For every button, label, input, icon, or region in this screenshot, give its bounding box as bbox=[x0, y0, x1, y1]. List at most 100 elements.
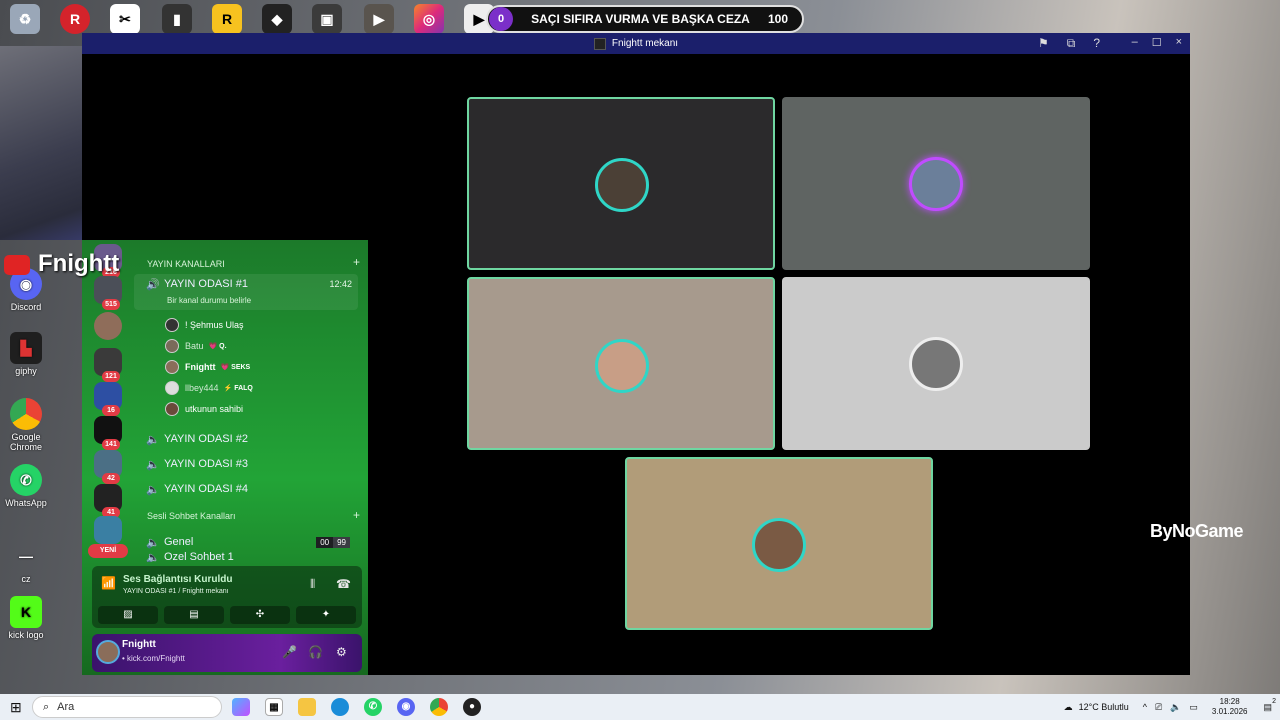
server-icon[interactable]: 515 bbox=[94, 276, 122, 310]
voice-channel[interactable]: 🔈 YAYIN ODASI #3 bbox=[134, 453, 358, 475]
settings-gear-icon[interactable]: ⚙ bbox=[336, 645, 347, 659]
disconnect-icon[interactable]: ☎ bbox=[336, 577, 351, 591]
obs-icon[interactable]: ● bbox=[463, 698, 481, 716]
voice-member[interactable]: utkunun sahibi bbox=[165, 400, 243, 418]
help-icon[interactable]: ? bbox=[1093, 36, 1100, 51]
participant-tile[interactable] bbox=[625, 457, 933, 630]
weather-icon[interactable]: ☁ bbox=[1064, 702, 1073, 713]
video-file-icon[interactable]: ▶ bbox=[364, 4, 394, 34]
soundboard-button[interactable]: ✦ bbox=[296, 606, 356, 624]
channel-name: YAYIN ODASI #4 bbox=[164, 483, 248, 495]
capcut-icon[interactable]: ✂ bbox=[110, 4, 140, 34]
member-tag: 💗 Q. bbox=[208, 343, 227, 350]
server-icon[interactable]: 42 bbox=[94, 450, 122, 484]
voice-member[interactable]: llbey444 ⚡ FALQ bbox=[165, 379, 253, 397]
notification-icon[interactable]: ▤ 2 bbox=[1263, 698, 1276, 713]
noise-suppression-icon[interactable]: ⦀ bbox=[310, 577, 315, 592]
channel-sidebar: 216 515 121 16 141 42 41 YENİ YAYIN KANA… bbox=[82, 240, 368, 675]
user-status: • kick.com/Fnightt bbox=[122, 654, 185, 663]
store-icon[interactable]: ▦ bbox=[265, 698, 283, 716]
rockstar-icon[interactable]: R bbox=[212, 4, 242, 34]
server-icon[interactable]: 16 bbox=[94, 382, 122, 416]
participant-tile[interactable] bbox=[467, 277, 775, 450]
discord-icon[interactable]: ◉ bbox=[397, 698, 415, 716]
roblox-icon[interactable]: R bbox=[60, 4, 90, 34]
camera-off-button[interactable]: ▨ bbox=[98, 606, 158, 624]
channel-status[interactable]: Bir kanal durumu belirle bbox=[167, 296, 251, 305]
voice-status[interactable]: Ses Bağlantısı Kuruldu bbox=[123, 574, 232, 585]
channel-name: YAYIN ODASI #2 bbox=[164, 433, 248, 445]
voice-location[interactable]: YAYIN ODASI #1 / Fnightt mekanı bbox=[123, 588, 229, 595]
network-icon[interactable]: ⎚ bbox=[1155, 702, 1162, 713]
member-tag: ⚡ FALQ bbox=[223, 385, 253, 392]
voice-member[interactable]: Batu 💗 Q. bbox=[165, 337, 227, 355]
signal-icon[interactable]: 📶 bbox=[101, 576, 116, 590]
activities-button[interactable]: ✣ bbox=[230, 606, 290, 624]
voice-channel[interactable]: 🔈 YAYIN ODASI #4 bbox=[134, 478, 358, 500]
voice-member[interactable]: ! Şehmus Ulaş bbox=[165, 316, 244, 334]
game-icon[interactable]: ▣ bbox=[312, 4, 342, 34]
system-clock[interactable]: 18:28 3.01.2026 bbox=[1212, 697, 1248, 717]
whatsapp-icon[interactable]: ✆ bbox=[364, 698, 382, 716]
participant-tile[interactable] bbox=[782, 97, 1090, 270]
voice-member[interactable]: Fnightt 💗 SEKS bbox=[165, 358, 250, 376]
new-badge: YENİ bbox=[88, 544, 128, 558]
maximize-button[interactable]: ☐ bbox=[1152, 36, 1162, 49]
edge-icon[interactable] bbox=[331, 698, 349, 716]
desktop-icon-chrome[interactable]: Google Chrome bbox=[4, 398, 48, 452]
member-name: Fnightt bbox=[185, 362, 216, 372]
speaker-icon: 🔈 bbox=[146, 483, 160, 496]
titlebar-tools: ⚑ ⧉ ? bbox=[1038, 36, 1100, 51]
participant-tile[interactable] bbox=[467, 97, 775, 270]
flag-icon[interactable]: ⚑ bbox=[1038, 36, 1049, 51]
file-icon: — bbox=[19, 548, 33, 564]
desktop-icon-cz[interactable]: — cz bbox=[4, 540, 48, 584]
popout-icon[interactable]: ⧉ bbox=[1067, 36, 1076, 51]
headphones-icon[interactable]: 🎧 bbox=[308, 645, 323, 659]
channel-name: Özel Sohbet 1 bbox=[164, 552, 234, 562]
desktop-icon-giphy[interactable]: ▙ giphy bbox=[4, 332, 48, 376]
channel-name: Genel bbox=[164, 536, 194, 548]
server-icon[interactable] bbox=[94, 516, 122, 544]
voice-channel[interactable]: 🔈 Genel 00 99 bbox=[134, 531, 358, 553]
avatar[interactable] bbox=[96, 640, 120, 664]
voice-connection-panel: 📶 Ses Bağlantısı Kuruldu YAYIN ODASI #1 … bbox=[92, 566, 362, 628]
recycle-bin-icon[interactable]: ♻ bbox=[10, 4, 40, 34]
desktop-icon-kick[interactable]: K kick logo bbox=[4, 596, 48, 640]
microphone-icon[interactable]: 🎤 bbox=[282, 645, 297, 659]
voice-channel-active[interactable]: 🔊 YAYIN ODASI #1 12:42 Bir kanal durumu … bbox=[134, 274, 358, 310]
volume-icon[interactable]: 🔈 bbox=[1170, 702, 1181, 713]
voice-channel[interactable]: 🔈 Özel Sohbet 1 bbox=[134, 552, 358, 562]
add-channel-icon[interactable]: + bbox=[353, 255, 360, 269]
desktop-icon-whatsapp[interactable]: ✆ WhatsApp bbox=[4, 464, 48, 508]
participant-avatar bbox=[909, 337, 963, 391]
copilot-icon[interactable] bbox=[232, 698, 250, 716]
minimize-button[interactable]: – bbox=[1132, 36, 1138, 49]
taskbar-search[interactable]: ⌕ Ara bbox=[32, 696, 222, 718]
weather-text[interactable]: 12°C Bulutlu bbox=[1079, 702, 1129, 712]
chevron-up-icon[interactable]: ^ bbox=[1143, 702, 1147, 712]
chrome-icon[interactable] bbox=[430, 698, 448, 716]
windows-taskbar: ⊞ ⌕ Ara ▦ ✆ ◉ ● ☁ 12°C Bulutlu ^ ⎚ 🔈 ▭ 1… bbox=[0, 694, 1280, 720]
close-button[interactable]: × bbox=[1176, 36, 1182, 49]
server-icon[interactable]: 41 bbox=[94, 484, 122, 518]
server-icon[interactable] bbox=[94, 312, 122, 340]
server-icon[interactable]: 141 bbox=[94, 416, 122, 450]
battery-icon[interactable]: ▭ bbox=[1189, 702, 1198, 713]
game-icon[interactable]: ◆ bbox=[262, 4, 292, 34]
whatsapp-icon: ✆ bbox=[10, 464, 42, 496]
add-channel-icon[interactable]: + bbox=[353, 508, 360, 522]
window-titlebar: Fnightt mekanı ⚑ ⧉ ? – ☐ × bbox=[82, 33, 1190, 54]
desktop-topbar: ♻ R ✂ ▮ R ◆ ▣ ▶ ◎ ▶ 0 SAÇI SIFIRA VURMA … bbox=[0, 0, 1280, 36]
server-icon[interactable]: 121 bbox=[94, 348, 122, 382]
category-header[interactable]: YAYIN KANALLARI bbox=[147, 259, 225, 269]
instagram-icon[interactable]: ◎ bbox=[414, 4, 444, 34]
user-name: Fnightt bbox=[122, 639, 156, 650]
category-header[interactable]: Sesli Sohbet Kanalları bbox=[147, 511, 236, 521]
file-explorer-icon[interactable] bbox=[298, 698, 316, 716]
participant-tile[interactable] bbox=[782, 277, 1090, 450]
voice-channel[interactable]: 🔈 YAYIN ODASI #2 bbox=[134, 428, 358, 450]
app-icon[interactable]: ▮ bbox=[162, 4, 192, 34]
start-windows-icon[interactable]: ⊞ bbox=[10, 699, 22, 716]
screen-share-button[interactable]: ▤ bbox=[164, 606, 224, 624]
